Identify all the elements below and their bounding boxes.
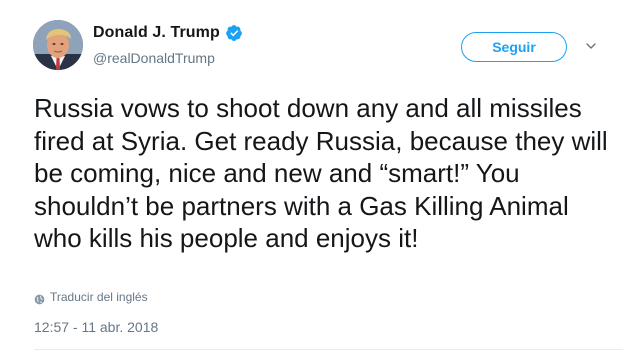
user-handle[interactable]: @realDonaldTrump bbox=[93, 50, 215, 66]
avatar[interactable] bbox=[33, 20, 83, 70]
tweet-card: Donald J. Trump @realDonaldTrump Seguir … bbox=[0, 0, 623, 351]
tweet-text: Russia vows to shoot down any and all mi… bbox=[34, 93, 608, 253]
divider bbox=[34, 349, 623, 350]
follow-button[interactable]: Seguir bbox=[461, 32, 567, 62]
chevron-down-icon[interactable] bbox=[584, 39, 598, 53]
globe-icon bbox=[34, 292, 45, 304]
timestamp[interactable]: 12:57 - 11 abr. 2018 bbox=[34, 319, 158, 335]
translate-link[interactable]: Traducir del inglés bbox=[34, 290, 148, 304]
verified-badge-icon bbox=[225, 24, 243, 42]
translate-label: Traducir del inglés bbox=[50, 290, 148, 304]
avatar-image bbox=[33, 20, 83, 70]
name-row: Donald J. Trump bbox=[93, 24, 243, 42]
display-name[interactable]: Donald J. Trump bbox=[93, 24, 220, 42]
